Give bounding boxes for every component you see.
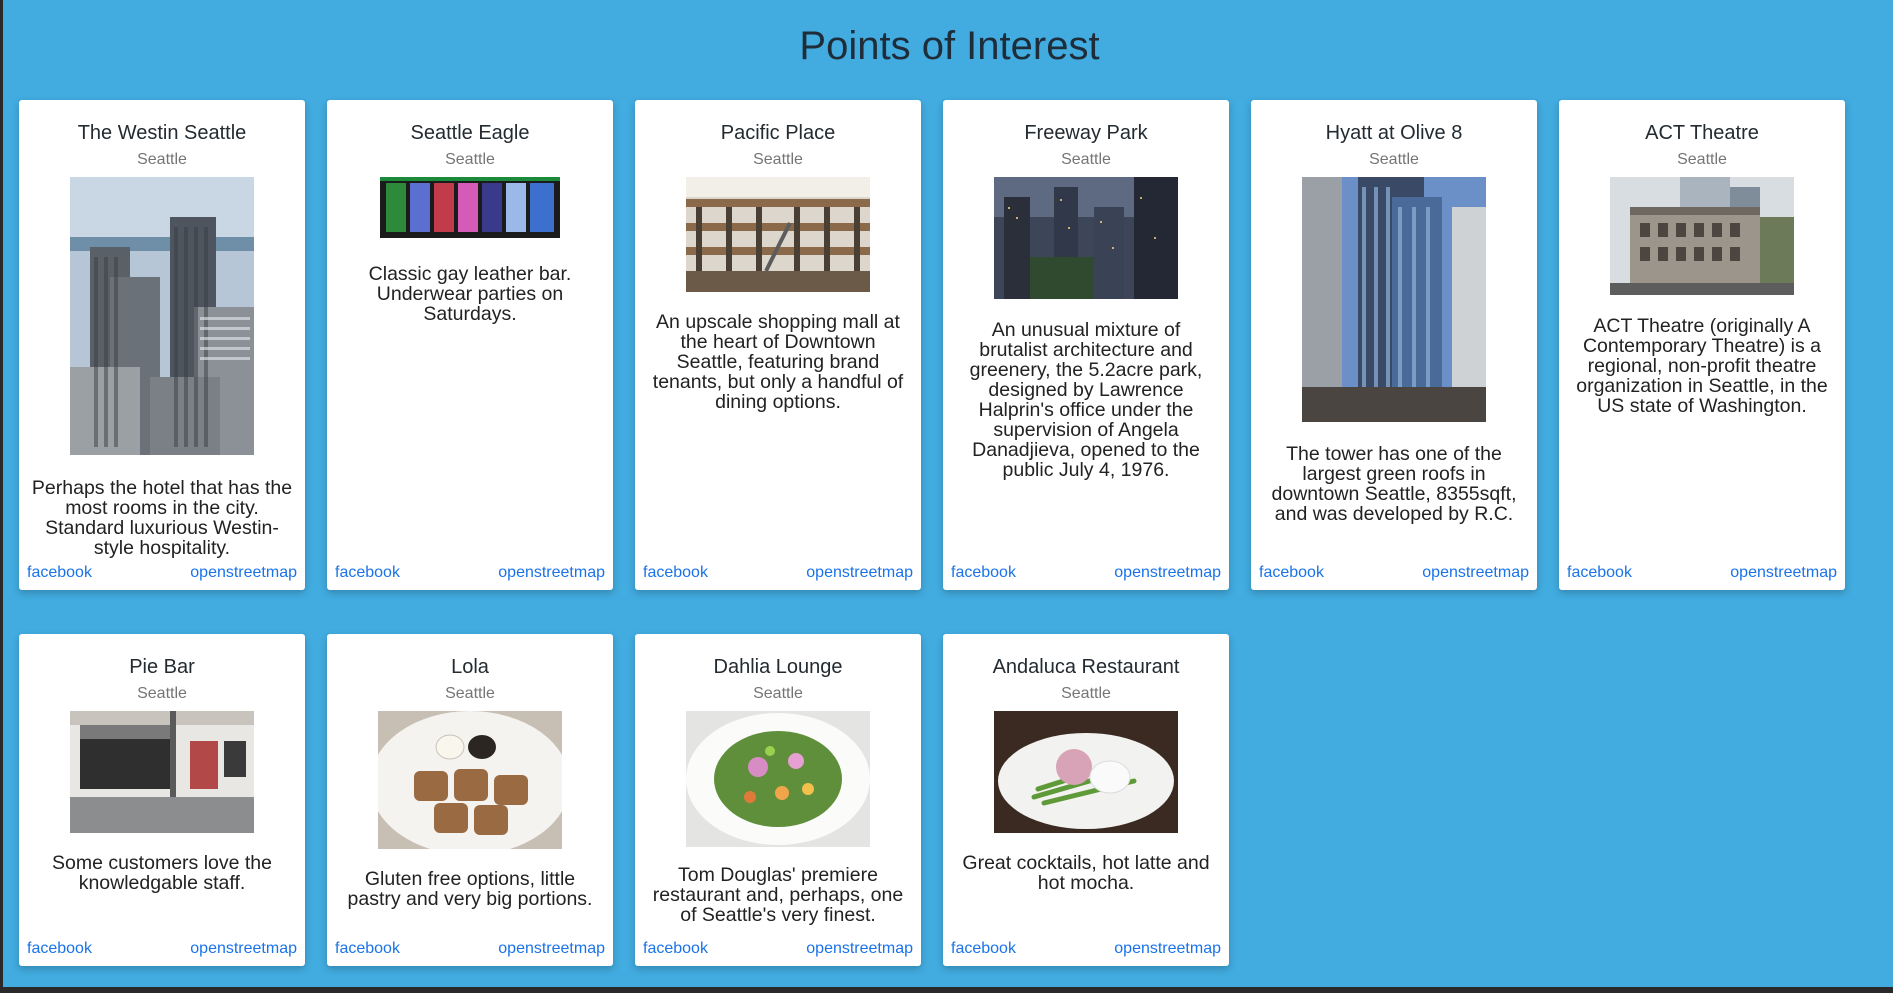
card-description: Perhaps the hotel that has the most room… xyxy=(31,477,293,559)
card-title: Freeway Park xyxy=(1024,122,1148,144)
poi-card: ACT Theatre Seattle ACT Theatre (origina… xyxy=(1559,100,1845,590)
card-city: Seattle xyxy=(753,151,803,168)
facebook-link[interactable]: facebook xyxy=(335,940,400,958)
card-image xyxy=(1302,177,1486,422)
card-image xyxy=(380,177,560,238)
card-city: Seattle xyxy=(1369,151,1419,168)
card-city: Seattle xyxy=(1677,151,1727,168)
openstreetmap-link[interactable]: openstreetmap xyxy=(1114,940,1221,958)
openstreetmap-link[interactable]: openstreetmap xyxy=(1730,564,1837,582)
card-image xyxy=(686,711,870,847)
openstreetmap-link[interactable]: openstreetmap xyxy=(806,940,913,958)
card-title: Seattle Eagle xyxy=(410,122,530,144)
card-title: Pacific Place xyxy=(720,122,836,144)
openstreetmap-link[interactable]: openstreetmap xyxy=(806,564,913,582)
card-title: Hyatt at Olive 8 xyxy=(1325,122,1463,144)
card-description: ACT Theatre (originally A Contemporary T… xyxy=(1576,315,1828,417)
openstreetmap-link[interactable]: openstreetmap xyxy=(498,564,605,582)
card-description: Some customers love the knowledgable sta… xyxy=(51,852,272,894)
poi-card: Pacific Place Seattle An upscale shoppin… xyxy=(635,100,921,590)
card-image xyxy=(686,177,870,292)
poi-card: Seattle Eagle Seattle Classic gay leathe… xyxy=(327,100,613,590)
card-title: Andaluca Restaurant xyxy=(992,656,1180,678)
facebook-link[interactable]: facebook xyxy=(951,940,1016,958)
card-description: An upscale shopping mall at the heart of… xyxy=(652,311,904,413)
facebook-link[interactable]: facebook xyxy=(643,564,708,582)
poi-card: Andaluca Restaurant Seattle Great cockta… xyxy=(943,634,1229,966)
card-description: Great cocktails, hot latte and hot mocha… xyxy=(962,852,1210,894)
card-image xyxy=(70,177,254,455)
openstreetmap-link[interactable]: openstreetmap xyxy=(190,940,297,958)
card-description: Classic gay leather bar. Underwear parti… xyxy=(368,263,572,325)
poi-card: Lola Seattle Gluten free options, little… xyxy=(327,634,613,966)
card-city: Seattle xyxy=(753,685,803,702)
card-image xyxy=(378,711,562,849)
card-description: Tom Douglas' premiere restaurant and, pe… xyxy=(652,864,904,926)
facebook-link[interactable]: facebook xyxy=(335,564,400,582)
card-title: The Westin Seattle xyxy=(77,122,247,144)
card-image xyxy=(70,711,254,833)
poi-card: Hyatt at Olive 8 Seattle The tower has o… xyxy=(1251,100,1537,590)
card-title: Lola xyxy=(451,656,489,678)
card-city: Seattle xyxy=(137,151,187,168)
page-background: Points of Interest The Westin Seattle Se… xyxy=(3,0,1893,987)
openstreetmap-link[interactable]: openstreetmap xyxy=(1422,564,1529,582)
card-title: ACT Theatre xyxy=(1645,122,1759,144)
facebook-link[interactable]: facebook xyxy=(1259,564,1324,582)
poi-card: The Westin Seattle Seattle Perhaps the h… xyxy=(19,100,305,590)
facebook-link[interactable]: facebook xyxy=(27,564,92,582)
poi-card: Pie Bar Seattle Some customers love the … xyxy=(19,634,305,966)
card-description: An unusual mixture of brutalist architec… xyxy=(969,319,1203,481)
card-description: Gluten free options, little pastry and v… xyxy=(347,868,593,910)
card-city: Seattle xyxy=(445,151,495,168)
facebook-link[interactable]: facebook xyxy=(951,564,1016,582)
card-city: Seattle xyxy=(1061,685,1111,702)
card-image xyxy=(994,711,1178,833)
poi-card: Dahlia Lounge Seattle Tom Douglas' premi… xyxy=(635,634,921,966)
card-title: Pie Bar xyxy=(129,656,195,678)
facebook-link[interactable]: facebook xyxy=(27,940,92,958)
poi-card: Freeway Park Seattle An unusual mixture … xyxy=(943,100,1229,590)
openstreetmap-link[interactable]: openstreetmap xyxy=(498,940,605,958)
openstreetmap-link[interactable]: openstreetmap xyxy=(1114,564,1221,582)
facebook-link[interactable]: facebook xyxy=(1567,564,1632,582)
page-title: Points of Interest xyxy=(799,24,1100,68)
card-city: Seattle xyxy=(1061,151,1111,168)
card-image xyxy=(994,177,1178,299)
card-city: Seattle xyxy=(137,685,187,702)
card-image xyxy=(1610,177,1794,295)
card-title: Dahlia Lounge xyxy=(713,656,843,678)
facebook-link[interactable]: facebook xyxy=(643,940,708,958)
openstreetmap-link[interactable]: openstreetmap xyxy=(190,564,297,582)
card-city: Seattle xyxy=(445,685,495,702)
card-description: The tower has one of the largest green r… xyxy=(1271,443,1517,525)
